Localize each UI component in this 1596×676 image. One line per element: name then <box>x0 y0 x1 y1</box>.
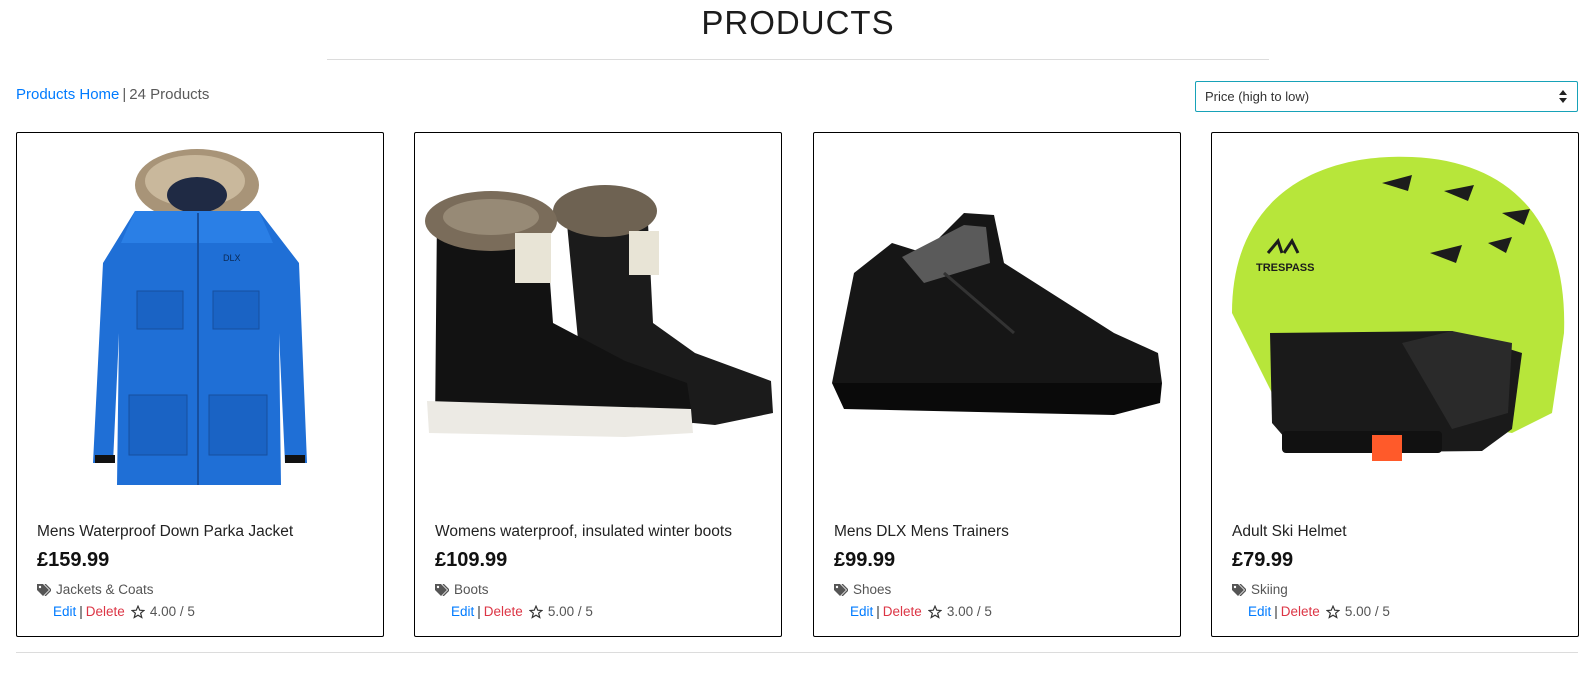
category-label: Boots <box>454 582 489 597</box>
category-label: Skiing <box>1251 582 1288 597</box>
product-actions: Edit | Delete 3.00 / 5 <box>850 604 992 619</box>
bottom-divider <box>16 652 1578 653</box>
edit-link[interactable]: Edit <box>451 604 474 619</box>
product-actions: Edit | Delete 5.00 / 5 <box>1248 604 1390 619</box>
tags-icon <box>1232 583 1246 596</box>
sort-select[interactable]: Price (high to low) <box>1195 81 1578 112</box>
product-price: £99.99 <box>834 549 896 571</box>
product-category[interactable]: Skiing <box>1232 582 1288 597</box>
actions-separator: | <box>876 604 880 619</box>
product-name[interactable]: Womens waterproof, insulated winter boot… <box>435 523 732 541</box>
product-category[interactable]: Boots <box>435 582 489 597</box>
actions-separator: | <box>477 604 481 619</box>
product-category[interactable]: Shoes <box>834 582 891 597</box>
edit-link[interactable]: Edit <box>1248 604 1271 619</box>
svg-text:TRESPASS: TRESPASS <box>1256 262 1314 274</box>
star-icon <box>130 604 145 619</box>
sort-select-value: Price (high to low) <box>1205 89 1310 104</box>
star-icon <box>528 604 543 619</box>
edit-link[interactable]: Edit <box>850 604 873 619</box>
actions-separator: | <box>79 604 83 619</box>
breadcrumb-separator: | <box>122 86 127 103</box>
star-icon <box>927 604 942 619</box>
product-card[interactable]: Mens DLX Mens Trainers £99.99 Shoes Edit… <box>813 132 1181 637</box>
tags-icon <box>435 583 449 596</box>
category-label: Shoes <box>853 582 892 597</box>
product-card[interactable]: Womens waterproof, insulated winter boot… <box>414 132 782 637</box>
product-image-parka-jacket[interactable]: DLX <box>17 133 383 513</box>
svg-text:DLX: DLX <box>223 253 241 263</box>
products-home-link[interactable]: Products Home <box>16 86 119 103</box>
delete-link[interactable]: Delete <box>883 604 922 619</box>
product-count: 24 Products <box>129 86 210 103</box>
product-name[interactable]: Mens Waterproof Down Parka Jacket <box>37 523 293 541</box>
product-category[interactable]: Jackets & Coats <box>37 582 154 597</box>
product-image-ski-helmet[interactable]: TRESPASS <box>1212 133 1578 513</box>
product-actions: Edit | Delete 5.00 / 5 <box>451 604 593 619</box>
product-card[interactable]: DLX Mens Waterproof Down Parka Jacket £1… <box>16 132 384 637</box>
star-icon <box>1325 604 1340 619</box>
sort-arrows-icon <box>1559 89 1567 105</box>
delete-link[interactable]: Delete <box>86 604 125 619</box>
product-name[interactable]: Mens DLX Mens Trainers <box>834 523 1009 541</box>
delete-link[interactable]: Delete <box>484 604 523 619</box>
product-rating: 3.00 / 5 <box>946 604 992 619</box>
tags-icon <box>37 583 51 596</box>
product-image-trainers[interactable] <box>814 133 1180 513</box>
product-name[interactable]: Adult Ski Helmet <box>1232 523 1347 541</box>
product-rating: 5.00 / 5 <box>547 604 593 619</box>
product-image-winter-boots[interactable] <box>415 133 781 513</box>
product-rating: 4.00 / 5 <box>149 604 195 619</box>
breadcrumb: Products Home | 24 Products <box>16 86 209 103</box>
delete-link[interactable]: Delete <box>1281 604 1320 619</box>
edit-link[interactable]: Edit <box>53 604 76 619</box>
actions-separator: | <box>1274 604 1278 619</box>
product-price: £109.99 <box>435 549 508 571</box>
product-card[interactable]: TRESPASS Adult Ski Helmet £79.99 Skiing … <box>1211 132 1579 637</box>
product-actions: Edit | Delete 4.00 / 5 <box>53 604 195 619</box>
title-divider <box>327 59 1269 60</box>
product-price: £79.99 <box>1232 549 1294 571</box>
product-price: £159.99 <box>37 549 110 571</box>
product-rating: 5.00 / 5 <box>1344 604 1390 619</box>
page-title: PRODUCTS <box>701 4 895 41</box>
category-label: Jackets & Coats <box>56 582 154 597</box>
tags-icon <box>834 583 848 596</box>
